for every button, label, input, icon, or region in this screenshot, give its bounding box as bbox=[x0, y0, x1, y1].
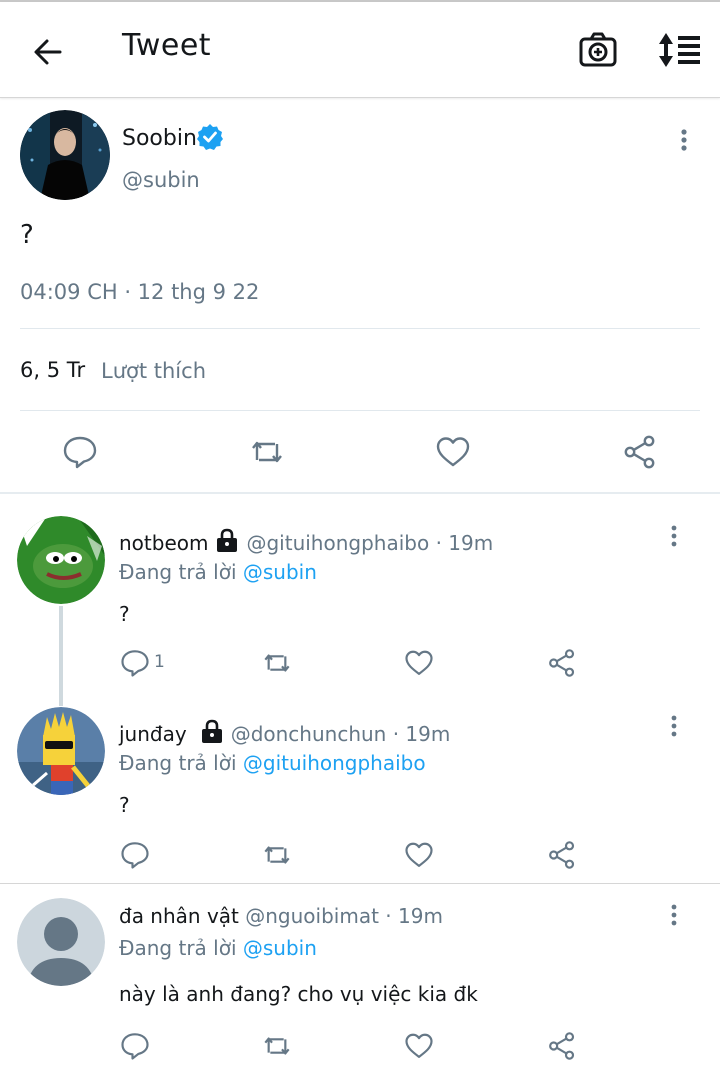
replying-to: Đang trả lời @subin bbox=[119, 560, 317, 584]
divider bbox=[20, 328, 700, 329]
reply-count: 1 bbox=[154, 652, 165, 672]
reply-icon[interactable] bbox=[120, 840, 150, 870]
divider bbox=[20, 410, 700, 411]
thread-connector bbox=[59, 606, 63, 706]
verified-badge-icon bbox=[197, 124, 223, 150]
user-handle[interactable]: @nguoibimat bbox=[245, 904, 379, 928]
reply-text: này là anh đang? cho vụ việc kia đk bbox=[119, 982, 478, 1006]
share-icon[interactable] bbox=[547, 1031, 577, 1061]
lock-icon bbox=[201, 719, 222, 743]
likes-count[interactable]: 6, 5 Tr bbox=[20, 358, 85, 382]
replying-prefix: Đang trả lời bbox=[119, 560, 237, 584]
more-vertical-icon[interactable] bbox=[664, 524, 684, 548]
arrow-left-icon[interactable] bbox=[28, 32, 68, 72]
likes-label[interactable]: Lượt thích bbox=[101, 359, 206, 383]
app-bar: Tweet bbox=[0, 2, 720, 98]
replying-prefix: Đang trả lời bbox=[119, 751, 237, 775]
reply-text: ? bbox=[119, 602, 130, 626]
default-avatar-icon[interactable] bbox=[17, 898, 105, 986]
tweet-timestamp: 04:09 CH · 12 thg 9 22 bbox=[20, 280, 260, 304]
more-vertical-icon[interactable] bbox=[664, 903, 684, 927]
reply-time: · 19m bbox=[435, 531, 494, 555]
user-handle[interactable]: @subin bbox=[122, 168, 200, 192]
mention-link[interactable]: @subin bbox=[243, 936, 317, 960]
page-title: Tweet bbox=[122, 28, 212, 63]
retweet-icon[interactable] bbox=[262, 648, 292, 678]
reply-text: ? bbox=[119, 793, 130, 817]
avatar[interactable] bbox=[20, 110, 110, 200]
reply-divider bbox=[0, 883, 720, 884]
avatar[interactable] bbox=[17, 516, 105, 604]
more-vertical-icon[interactable] bbox=[674, 128, 694, 152]
reply-header: junđay @donchunchun · 19m bbox=[119, 718, 450, 746]
replying-to: Đang trả lời @gituihongphaibo bbox=[119, 751, 426, 775]
replying-to: Đang trả lời @subin bbox=[119, 936, 317, 960]
reply-icon[interactable] bbox=[120, 648, 150, 678]
reply-header: notbeom @gituihongphaibo · 19m bbox=[119, 527, 493, 555]
avatar[interactable] bbox=[17, 707, 105, 795]
more-vertical-icon[interactable] bbox=[664, 714, 684, 738]
display-name[interactable]: Soobin bbox=[122, 126, 197, 151]
display-name[interactable]: junđay bbox=[119, 722, 187, 746]
heart-icon[interactable] bbox=[404, 648, 434, 678]
reply-icon[interactable] bbox=[62, 434, 98, 470]
reply-header: đa nhân vật @nguoibimat · 19m bbox=[119, 904, 443, 928]
share-icon[interactable] bbox=[547, 840, 577, 870]
retweet-icon[interactable] bbox=[249, 434, 285, 470]
heart-icon[interactable] bbox=[404, 1031, 434, 1061]
retweet-icon[interactable] bbox=[262, 1031, 292, 1061]
tweet-text: ? bbox=[20, 220, 34, 250]
display-name[interactable]: đa nhân vật bbox=[119, 904, 239, 928]
mention-link[interactable]: @gituihongphaibo bbox=[243, 751, 426, 775]
mention-link[interactable]: @subin bbox=[243, 560, 317, 584]
lock-icon bbox=[217, 528, 238, 552]
reply-time: · 19m bbox=[385, 904, 443, 928]
reply-time: · 19m bbox=[392, 722, 451, 746]
sort-list-icon[interactable] bbox=[656, 30, 702, 70]
camera-plus-icon[interactable] bbox=[578, 30, 618, 70]
retweet-icon[interactable] bbox=[262, 840, 292, 870]
share-icon[interactable] bbox=[547, 648, 577, 678]
heart-icon[interactable] bbox=[404, 840, 434, 870]
user-handle[interactable]: @donchunchun bbox=[231, 722, 387, 746]
replying-prefix: Đang trả lời bbox=[119, 936, 237, 960]
heart-icon[interactable] bbox=[435, 434, 471, 470]
section-divider bbox=[0, 492, 720, 494]
user-handle[interactable]: @gituihongphaibo bbox=[246, 531, 429, 555]
share-icon[interactable] bbox=[622, 434, 658, 470]
reply-icon[interactable] bbox=[120, 1031, 150, 1061]
display-name[interactable]: notbeom bbox=[119, 531, 208, 555]
